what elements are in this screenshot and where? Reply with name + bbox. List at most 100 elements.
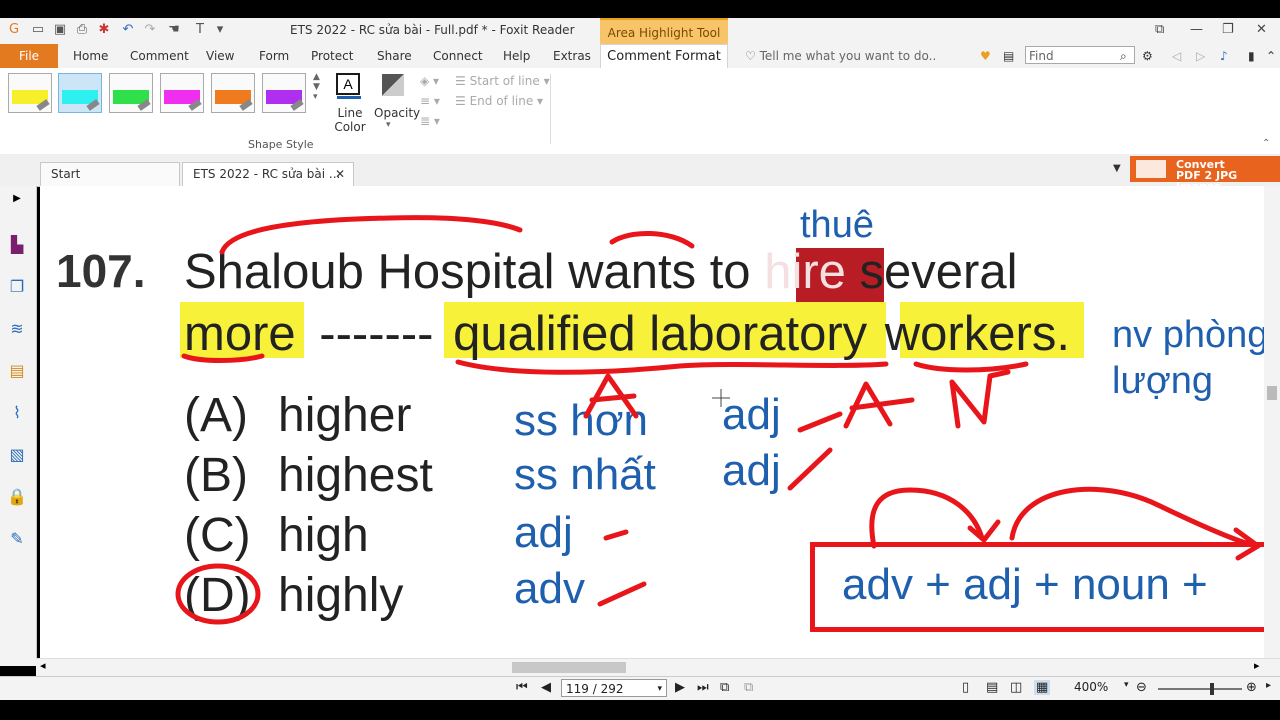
ribbon-tabs: File Home Comment View Form Protect Shar… <box>0 44 1280 69</box>
tab-list-dropdown-icon[interactable]: ▼ <box>1113 163 1121 174</box>
heart-icon[interactable]: ♥ <box>980 49 991 63</box>
snapshot-icon[interactable]: ✱ <box>96 22 112 38</box>
tools-icon[interactable]: ✎ <box>6 528 28 550</box>
tab-comment-format[interactable]: Comment Format <box>600 44 728 69</box>
line-color-label[interactable]: Line Color <box>330 106 370 134</box>
tool-context-label: Area Highlight Tool <box>600 18 728 44</box>
tab-form[interactable]: Form <box>259 49 289 63</box>
tell-me-box[interactable]: ♡ Tell me what you want to do.. <box>745 49 936 63</box>
page-dropdown-icon[interactable]: ▾ <box>657 680 662 698</box>
minimize-button[interactable]: — <box>1190 22 1203 37</box>
line-color-icon[interactable]: A <box>336 73 360 95</box>
pages-icon[interactable]: ❐ <box>6 276 28 298</box>
opacity-dropdown-icon[interactable]: ▾ <box>386 120 391 130</box>
tab-start[interactable]: Start <box>40 162 180 186</box>
tab-extras[interactable]: Extras <box>553 49 591 63</box>
end-of-line-dropdown[interactable]: ☰ End of line ▾ <box>455 94 543 108</box>
layers-icon[interactable]: ≋ <box>6 318 28 340</box>
vertical-scroll-thumb[interactable] <box>1267 386 1277 400</box>
page-number-input[interactable]: 119 / 292 ▾ <box>561 679 667 697</box>
save-icon[interactable]: ▣ <box>52 22 68 38</box>
tab-document[interactable]: ETS 2022 - RC sửa bài ... ✕ <box>182 162 354 186</box>
tab-share[interactable]: Share <box>377 49 412 63</box>
line-style-icon[interactable]: ≡ ▾ <box>420 94 440 108</box>
continuous-page-icon[interactable]: ▤ <box>986 680 998 695</box>
security-lock-icon[interactable]: 🔒 <box>6 486 28 508</box>
tab-comment[interactable]: Comment <box>130 49 189 63</box>
prev-page-icon[interactable]: ◀ <box>541 680 551 695</box>
signature-icon[interactable]: ▧ <box>6 444 28 466</box>
fill-color-icon[interactable]: ◈ ▾ <box>420 74 439 88</box>
tab-help[interactable]: Help <box>503 49 530 63</box>
tab-file[interactable]: File <box>0 44 58 68</box>
comments-icon[interactable]: ▤ <box>6 360 28 382</box>
close-button[interactable]: ✕ <box>1256 22 1267 37</box>
zoom-out-icon[interactable]: ⊖ <box>1136 680 1147 695</box>
fullscreen-icon[interactable]: ⧉ <box>1155 22 1164 37</box>
highlight-orange-swatch[interactable] <box>211 73 255 113</box>
horizontal-scroll-thumb[interactable] <box>512 662 626 673</box>
pdf-page[interactable]: 107. Shaloub Hospital wants to hire seve… <box>40 186 1264 658</box>
typewriter-icon[interactable]: T <box>192 22 208 38</box>
zoom-slider-track[interactable] <box>1158 688 1242 690</box>
horizontal-scrollbar[interactable]: ◂ ▸ <box>36 658 1280 677</box>
attachment-icon[interactable]: ⌇ <box>6 402 28 424</box>
hand-tool-icon[interactable]: ☚ <box>166 22 182 38</box>
bell-icon[interactable]: ♪ <box>1220 49 1228 63</box>
redo-icon[interactable]: ↷ <box>142 22 158 38</box>
prev-result-icon[interactable]: ◁ <box>1172 49 1181 63</box>
close-tab-icon[interactable]: ✕ <box>335 163 345 185</box>
undo-icon[interactable]: ↶ <box>120 22 136 38</box>
scroll-left-icon[interactable]: ◂ <box>40 659 46 672</box>
highlight-green-swatch[interactable] <box>109 73 153 113</box>
open-icon[interactable]: ▭ <box>30 22 46 38</box>
bookmark-icon[interactable]: ▙ <box>6 234 28 256</box>
find-input[interactable]: Find <box>1025 46 1135 64</box>
zoom-in-icon[interactable]: ⊕ <box>1246 680 1257 695</box>
next-view-icon[interactable]: ⧉ <box>744 680 753 695</box>
gear-icon[interactable]: ⚙ <box>1142 49 1153 63</box>
highlight-yellow-swatch[interactable] <box>8 73 52 113</box>
last-page-icon[interactable]: ⏭ <box>697 680 709 695</box>
line-width-icon[interactable]: ≣ ▾ <box>420 114 440 128</box>
highlight-purple-swatch[interactable] <box>262 73 306 113</box>
opacity-label[interactable]: Opacity <box>374 106 420 120</box>
status-expand-icon[interactable]: ▸ <box>1266 680 1271 691</box>
print-icon[interactable]: ⎙ <box>74 22 90 38</box>
zoom-level[interactable]: 400% <box>1074 680 1108 694</box>
tab-start-label: Start <box>51 167 81 181</box>
highlight-magenta-swatch[interactable] <box>160 73 204 113</box>
zoom-dropdown-icon[interactable]: ▾ <box>1124 680 1129 690</box>
highlight-cyan-swatch[interactable] <box>58 73 102 113</box>
continuous-facing-icon[interactable]: ▦ <box>1034 680 1051 695</box>
facing-page-icon[interactable]: ◫ <box>1010 680 1022 695</box>
start-of-line-dropdown[interactable]: ☰ Start of line ▾ <box>455 74 550 88</box>
tab-home[interactable]: Home <box>73 49 108 63</box>
account-icon[interactable]: ▮ <box>1248 49 1255 63</box>
opacity-icon[interactable] <box>382 74 404 96</box>
ribbon-panel: ▲ ▼ ▾ A Line Color Opacity ▾ ◈ ▾ ≡ ▾ ≣ ▾ ☰… <box>0 68 1280 155</box>
search-icon[interactable]: ⌕ <box>1120 49 1127 64</box>
gallery-scroll-icon[interactable]: ▲ ▼ ▾ <box>313 72 320 102</box>
ribbon-collapse-icon[interactable]: ⌃ <box>1266 49 1276 63</box>
tab-connect[interactable]: Connect <box>433 49 483 63</box>
stroke-slash-b <box>787 447 833 491</box>
next-result-icon[interactable]: ▷ <box>1196 49 1205 63</box>
vertical-scrollbar[interactable] <box>1264 186 1280 658</box>
first-page-icon[interactable]: ⏮ <box>516 680 528 695</box>
restore-button[interactable]: ❐ <box>1222 22 1234 37</box>
convert-pdf-jpg-button[interactable]: Convert PDF 2 JPG Images <box>1130 156 1280 192</box>
customize-icon[interactable]: ▾ <box>212 22 228 38</box>
folder-search-icon[interactable]: ▤ <box>1003 49 1014 63</box>
next-page-icon[interactable]: ▶ <box>675 680 685 695</box>
tab-protect[interactable]: Protect <box>311 49 353 63</box>
tell-me-text: Tell me what you want to do.. <box>759 49 937 63</box>
single-page-icon[interactable]: ▯ <box>962 680 969 695</box>
zoom-slider-thumb[interactable] <box>1210 683 1214 695</box>
expand-panel-icon[interactable]: ▶ <box>6 188 28 210</box>
start-line-icon: ☰ <box>455 74 470 88</box>
tab-view[interactable]: View <box>206 49 234 63</box>
ribbon-pin-icon[interactable]: ⌃ <box>1262 138 1270 149</box>
previous-view-icon[interactable]: ⧉ <box>720 680 729 695</box>
scroll-right-icon[interactable]: ▸ <box>1254 659 1260 672</box>
